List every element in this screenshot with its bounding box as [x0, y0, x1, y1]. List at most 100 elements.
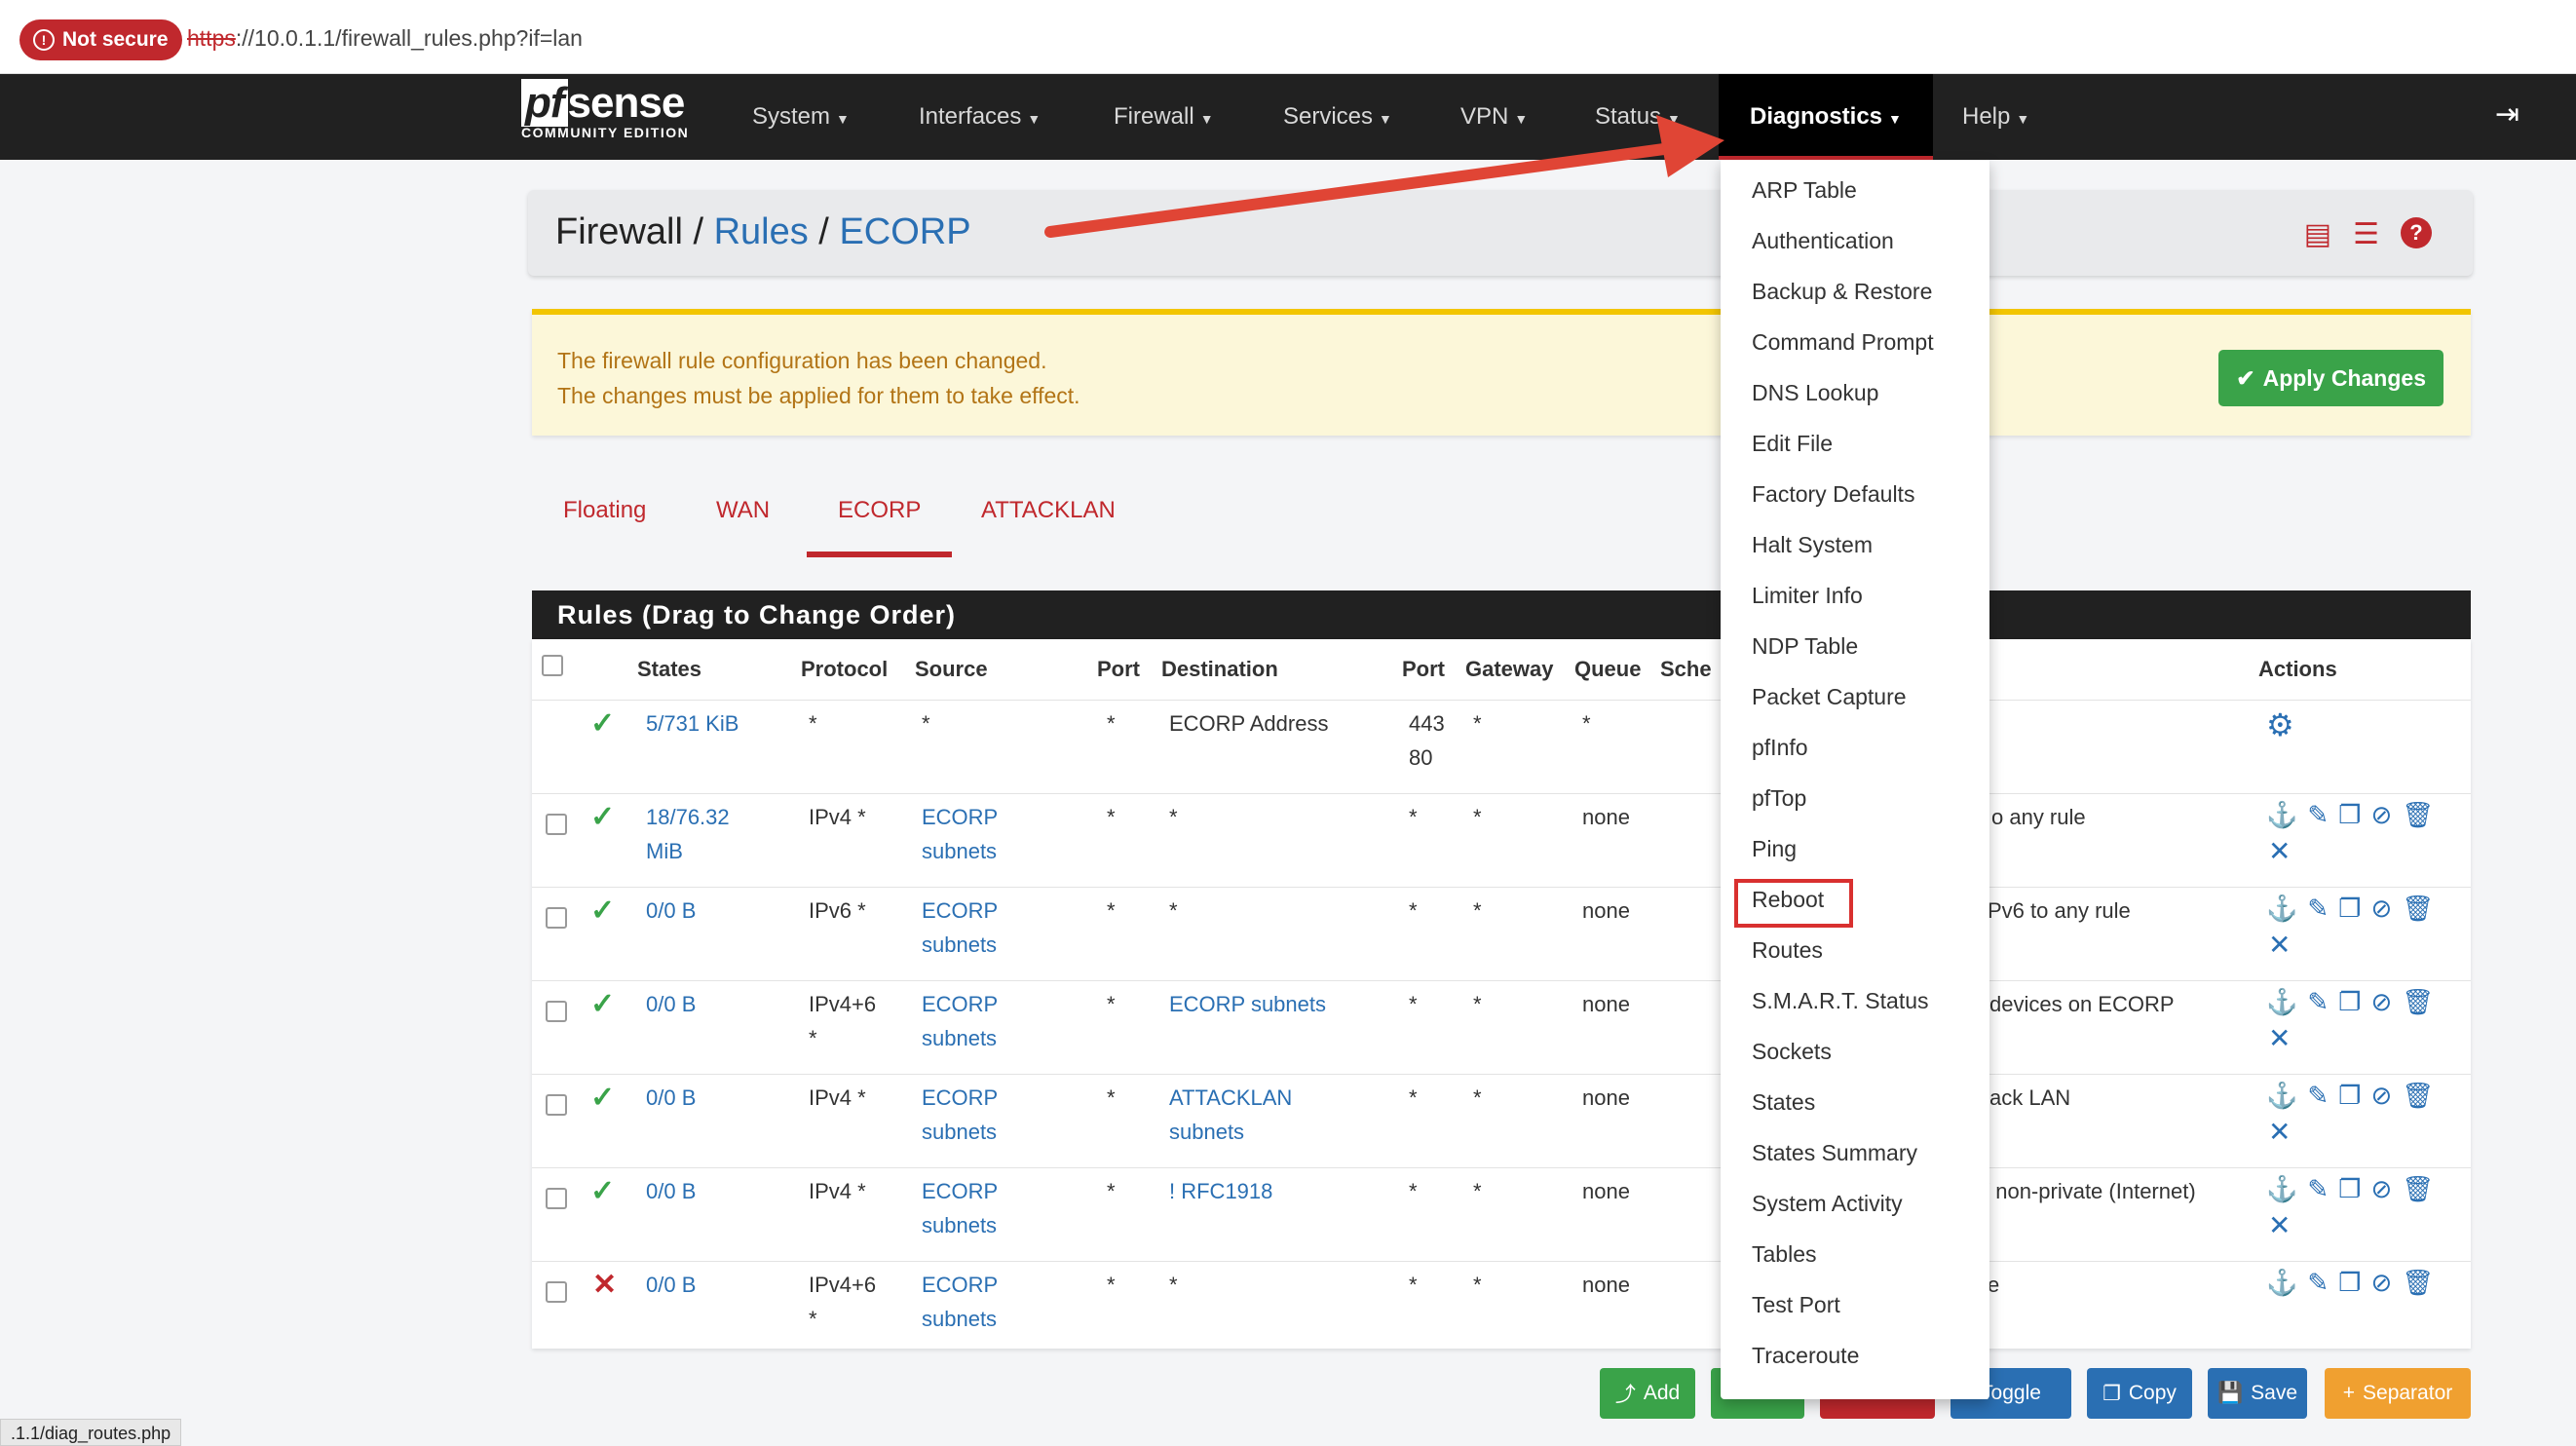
pencil-icon[interactable]: ✎ [2307, 1174, 2329, 1204]
nav-help[interactable]: Help ▼ [1962, 74, 2029, 160]
trash-icon[interactable]: 🗑 [2402, 894, 2434, 924]
pencil-icon[interactable]: ✎ [2307, 800, 2329, 830]
anchor-icon[interactable]: ⚓ [2266, 894, 2297, 924]
nav-diagnostics[interactable]: Diagnostics ▼ [1719, 74, 1933, 160]
row-states[interactable]: 0/0 B [646, 1174, 696, 1208]
nav-interfaces[interactable]: Interfaces ▼ [919, 74, 1041, 160]
nav-services[interactable]: Services ▼ [1283, 74, 1392, 160]
row-states[interactable]: 0/0 B [646, 1268, 696, 1302]
pencil-icon[interactable]: ✎ [2307, 1268, 2329, 1298]
menu-item-states-summary[interactable]: States Summary [1752, 1140, 1917, 1166]
add-rule-top-button[interactable]: ⤴ Add [1600, 1368, 1695, 1419]
disable-icon[interactable]: ⊘ [2370, 987, 2392, 1017]
menu-item-command-prompt[interactable]: Command Prompt [1752, 329, 1934, 356]
table-row[interactable]: ✓ 0/0 B IPv4+6 * ECORP subnets * ECORP s… [532, 980, 2471, 1074]
logout-icon[interactable]: ⇥ [2495, 97, 2519, 132]
table-row[interactable]: ✓ 0/0 B IPv6 * ECORP subnets * * * * non… [532, 887, 2471, 980]
trash-icon[interactable]: 🗑 [2402, 1268, 2434, 1298]
url-field[interactable]: https://10.0.1.1/firewall_rules.php?if=l… [187, 25, 583, 52]
copy-icon[interactable]: ❐ [2338, 1174, 2361, 1204]
row-states[interactable]: 18/76.32 [646, 800, 730, 834]
disable-icon[interactable]: ⊘ [2370, 800, 2392, 830]
anchor-icon[interactable]: ⚓ [2266, 1081, 2297, 1111]
menu-item-routes[interactable]: Routes [1752, 937, 1823, 964]
tab-attacklan[interactable]: ATTACKLAN [981, 497, 1116, 524]
nav-status[interactable]: Status ▼ [1595, 74, 1681, 160]
pencil-icon[interactable]: ✎ [2307, 987, 2329, 1017]
anchor-icon[interactable]: ⚓ [2266, 1174, 2297, 1204]
disable-icon[interactable]: ⊘ [2370, 894, 2392, 924]
tab-floating[interactable]: Floating [563, 497, 646, 524]
row-states-2[interactable]: MiB [646, 834, 683, 868]
not-secure-badge[interactable]: ! Not secure [19, 19, 182, 60]
col-dest-port[interactable]: Port [1402, 657, 1445, 682]
close-icon[interactable]: ✕ [2268, 1116, 2291, 1148]
row-states[interactable]: 5/731 KiB [646, 706, 739, 741]
trash-icon[interactable]: 🗑 [2402, 987, 2434, 1017]
menu-item-pftop[interactable]: pfTop [1752, 785, 1806, 812]
row-checkbox[interactable] [546, 1281, 567, 1303]
gear-icon[interactable]: ⚙ [2266, 706, 2294, 743]
trash-icon[interactable]: 🗑 [2402, 800, 2434, 830]
apply-changes-button[interactable]: ✔ Apply Changes [2218, 350, 2443, 406]
select-all-checkbox[interactable] [542, 655, 563, 676]
pfsense-logo[interactable]: pfsense COMMUNITY EDITION [521, 79, 689, 140]
trash-icon[interactable]: 🗑 [2402, 1081, 2434, 1111]
copy-icon[interactable]: ❐ [2338, 1081, 2361, 1111]
disable-icon[interactable]: ⊘ [2370, 1268, 2392, 1298]
menu-item-authentication[interactable]: Authentication [1752, 228, 1894, 254]
table-row[interactable]: ✓ 0/0 B IPv4 * ECORP subnets * ATTACKLAN… [532, 1074, 2471, 1167]
chart-icon[interactable]: ▤ [2304, 217, 2331, 251]
copy-icon[interactable]: ❐ [2338, 1268, 2361, 1298]
row-states[interactable]: 0/0 B [646, 987, 696, 1021]
disable-icon[interactable]: ⊘ [2370, 1081, 2392, 1111]
menu-item-pfinfo[interactable]: pfInfo [1752, 735, 1808, 761]
copy-button[interactable]: ❐ Copy [2087, 1368, 2192, 1419]
anchor-icon[interactable]: ⚓ [2266, 1268, 2297, 1298]
close-icon[interactable]: ✕ [2268, 929, 2291, 961]
menu-item-limiter-info[interactable]: Limiter Info [1752, 583, 1863, 609]
menu-item-packet-capture[interactable]: Packet Capture [1752, 684, 1907, 710]
copy-icon[interactable]: ❐ [2338, 800, 2361, 830]
table-row[interactable]: ✓ 0/0 B IPv4 * ECORP subnets * ! RFC1918… [532, 1167, 2471, 1261]
menu-item-halt-system[interactable]: Halt System [1752, 532, 1873, 558]
col-protocol[interactable]: Protocol [801, 657, 888, 682]
row-checkbox[interactable] [546, 1001, 567, 1022]
anchor-icon[interactable]: ⚓ [2266, 800, 2297, 830]
trash-icon[interactable]: 🗑 [2402, 1174, 2434, 1204]
menu-item-edit-file[interactable]: Edit File [1752, 431, 1833, 457]
nav-vpn[interactable]: VPN ▼ [1460, 74, 1528, 160]
help-icon[interactable]: ? [2401, 217, 2432, 248]
col-queue[interactable]: Queue [1574, 657, 1641, 682]
menu-item-backup-restore[interactable]: Backup & Restore [1752, 279, 1932, 305]
nav-system[interactable]: System ▼ [752, 74, 850, 160]
breadcrumb-ecorp[interactable]: ECORP [839, 211, 970, 252]
col-source[interactable]: Source [915, 657, 988, 682]
close-icon[interactable]: ✕ [2268, 1209, 2291, 1241]
menu-item-ndp-table[interactable]: NDP Table [1752, 633, 1858, 660]
row-checkbox[interactable] [546, 1094, 567, 1116]
pencil-icon[interactable]: ✎ [2307, 1081, 2329, 1111]
menu-item-tables[interactable]: Tables [1752, 1241, 1816, 1268]
breadcrumb-rules[interactable]: Rules [714, 211, 809, 252]
menu-item-sockets[interactable]: Sockets [1752, 1039, 1832, 1065]
menu-item-smart-status[interactable]: S.M.A.R.T. Status [1752, 988, 1929, 1014]
col-port[interactable]: Port [1097, 657, 1140, 682]
table-row[interactable]: ✓ 18/76.32 MiB IPv4 * ECORP subnets * * … [532, 793, 2471, 887]
row-checkbox[interactable] [546, 1188, 567, 1209]
separator-button[interactable]: + Separator [2325, 1368, 2471, 1419]
pencil-icon[interactable]: ✎ [2307, 894, 2329, 924]
col-schedule[interactable]: Sche [1660, 657, 1712, 682]
close-icon[interactable]: ✕ [2268, 835, 2291, 867]
copy-icon[interactable]: ❐ [2338, 987, 2361, 1017]
menu-item-test-port[interactable]: Test Port [1752, 1292, 1840, 1318]
disable-icon[interactable]: ⊘ [2370, 1174, 2392, 1204]
table-row[interactable]: ✕ 0/0 B IPv4+6 * ECORP subnets * * * * n… [532, 1261, 2471, 1349]
table-row[interactable]: ✓ 5/731 KiB * * * ECORP Address 443 80 *… [532, 700, 2471, 793]
tab-ecorp[interactable]: ECORP [807, 497, 953, 557]
tab-wan[interactable]: WAN [716, 497, 770, 524]
menu-item-arp-table[interactable]: ARP Table [1752, 177, 1857, 204]
row-states[interactable]: 0/0 B [646, 894, 696, 928]
menu-item-dns-lookup[interactable]: DNS Lookup [1752, 380, 1878, 406]
menu-item-states[interactable]: States [1752, 1089, 1815, 1116]
